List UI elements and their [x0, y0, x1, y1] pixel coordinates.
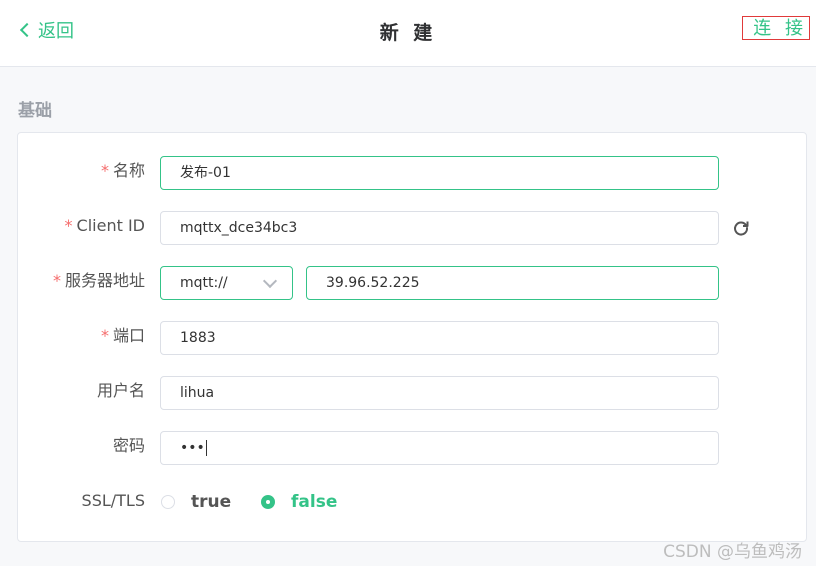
ssl-label: SSL/TLS	[81, 491, 145, 510]
protocol-value: mqtt://	[180, 275, 228, 291]
name-label: * 名称	[101, 156, 145, 186]
username-label: 用户名	[96, 381, 145, 400]
password-mask: •••	[180, 440, 205, 456]
radio-circle-icon	[161, 495, 175, 509]
name-input[interactable]: 发布-01	[160, 156, 719, 190]
connect-button[interactable]: 连 接	[742, 16, 810, 40]
protocol-select[interactable]: mqtt://	[160, 266, 293, 300]
page-title: 新 建	[379, 22, 437, 44]
section-title: 基础	[18, 101, 52, 121]
port-input[interactable]: 1883	[160, 321, 719, 355]
port-label: * 端口	[101, 321, 145, 351]
required-mark: *	[64, 216, 73, 235]
radio-checked-icon	[261, 495, 275, 509]
watermark: CSDN @乌鱼鸡汤	[663, 542, 802, 562]
required-mark: *	[100, 326, 109, 345]
ssl-false-radio[interactable]: false	[261, 492, 337, 512]
port-label-text: 端口	[112, 326, 145, 345]
client-id-input[interactable]: mqttx_dce34bc3	[160, 211, 719, 245]
host-input[interactable]: 39.96.52.225	[306, 266, 719, 300]
chevron-down-icon	[262, 273, 278, 289]
name-label-text: 名称	[112, 161, 145, 180]
text-caret	[205, 440, 207, 456]
required-mark: *	[52, 271, 61, 290]
required-mark: *	[100, 161, 109, 180]
username-input[interactable]: lihua	[160, 376, 719, 410]
top-bar: 返回 新 建 连 接	[0, 0, 816, 67]
client-id-label-text: Client ID	[76, 216, 145, 235]
ssl-true-label: true	[191, 492, 232, 512]
host-label: * 服务器地址	[53, 266, 145, 296]
password-input[interactable]: •••	[160, 431, 719, 465]
refresh-icon[interactable]	[732, 219, 750, 237]
ssl-false-label: false	[291, 492, 338, 512]
ssl-true-radio[interactable]: true	[161, 492, 231, 512]
password-label: 密码	[112, 436, 145, 455]
client-id-label: * Client ID	[65, 211, 145, 241]
host-label-text: 服务器地址	[64, 271, 145, 290]
